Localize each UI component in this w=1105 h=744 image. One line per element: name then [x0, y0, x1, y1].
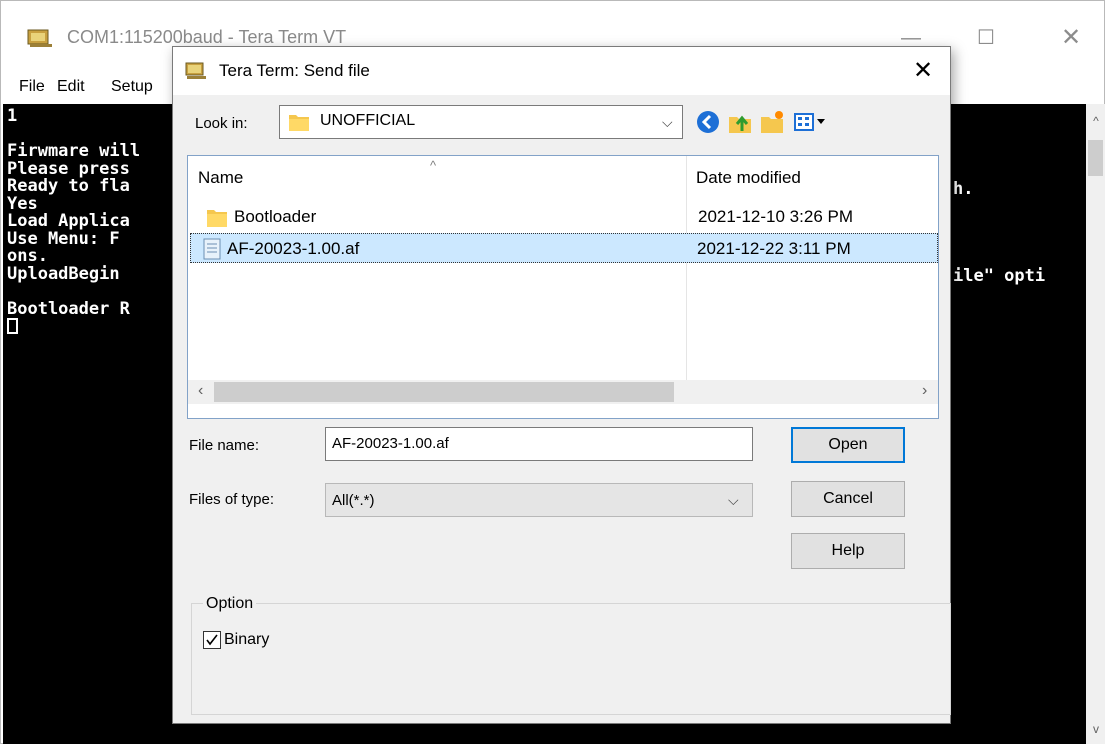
tera-term-dialog-icon	[185, 62, 206, 79]
file-list-horizontal-scrollbar[interactable]: ‹ ›	[188, 380, 938, 404]
terminal-fragment: ile" opti	[953, 266, 1046, 286]
chevron-down-icon[interactable]: ⌵	[728, 492, 739, 509]
column-header-name[interactable]: Name	[198, 168, 243, 188]
column-header-date-modified[interactable]: Date modified	[696, 168, 801, 188]
sort-ascending-icon: ^	[430, 158, 437, 173]
files-of-type-select[interactable]: All(*.*) ⌵	[325, 483, 753, 517]
menu-setup[interactable]: Setup	[111, 78, 153, 96]
main-window-title: COM1:115200baud - Tera Term VT	[67, 27, 347, 47]
menu-file[interactable]: File	[19, 78, 45, 96]
terminal-fragment: h.	[953, 179, 974, 199]
look-in-label: Look in:	[195, 115, 248, 132]
horizontal-scroll-thumb[interactable]	[214, 382, 674, 402]
help-button[interactable]: Help	[791, 533, 905, 569]
list-item-selected[interactable]: AF-20023-1.00.af 2021-12-22 3:11 PM	[190, 233, 938, 263]
look-in-value: UNOFFICIAL	[320, 112, 416, 129]
scroll-up-arrow-icon[interactable]: ^	[1089, 114, 1103, 128]
files-of-type-label: Files of type:	[189, 491, 275, 508]
file-date: 2021-12-22 3:11 PM	[697, 239, 851, 258]
binary-checkbox[interactable]	[203, 631, 221, 649]
scroll-right-arrow-icon[interactable]: ›	[922, 382, 927, 400]
dialog-title: Tera Term: Send file	[219, 61, 370, 80]
up-folder-icon[interactable]	[727, 109, 753, 135]
file-name-label: File name:	[189, 437, 260, 454]
send-file-dialog: Tera Term: Send file ✕ Look in: UNOFFICI…	[172, 46, 951, 724]
file-date: 2021-12-10 3:26 PM	[698, 207, 853, 226]
terminal-vertical-scrollbar[interactable]: ^ v	[1086, 104, 1105, 744]
binary-label[interactable]: Binary	[224, 631, 269, 649]
file-name-input[interactable]: AF-20023-1.00.af	[325, 427, 753, 461]
view-menu-icon[interactable]	[793, 109, 827, 135]
maximize-button[interactable]: ☐	[971, 23, 1001, 53]
files-of-type-value: All(*.*)	[332, 492, 375, 509]
file-list[interactable]: ^ Name Date modified Bootloader 2021-12-…	[187, 155, 939, 419]
new-folder-icon[interactable]	[759, 109, 785, 135]
option-groupbox	[191, 603, 951, 715]
dialog-close-icon[interactable]: ✕	[909, 57, 937, 85]
open-button[interactable]: Open	[791, 427, 905, 463]
chevron-down-icon[interactable]: ⌵	[662, 114, 673, 131]
dialog-titlebar[interactable]: Tera Term: Send file ✕	[173, 47, 950, 95]
tera-term-app-icon	[27, 29, 52, 47]
option-group-title: Option	[203, 595, 257, 613]
checkmark-icon	[206, 634, 218, 646]
file-name: AF-20023-1.00.af	[227, 239, 360, 258]
look-in-combobox[interactable]: UNOFFICIAL ⌵	[279, 105, 683, 139]
file-list-header: ^ Name Date modified	[188, 156, 938, 192]
list-item[interactable]: Bootloader 2021-12-10 3:26 PM	[190, 202, 938, 232]
scroll-left-arrow-icon[interactable]: ‹	[198, 382, 203, 400]
scroll-down-arrow-icon[interactable]: v	[1089, 722, 1103, 736]
terminal-cursor	[7, 318, 18, 334]
column-divider[interactable]	[686, 156, 687, 380]
scroll-thumb[interactable]	[1088, 140, 1103, 176]
folder-icon	[207, 210, 227, 227]
folder-icon	[289, 115, 309, 131]
menu-edit[interactable]: Edit	[57, 78, 85, 96]
document-icon	[203, 238, 221, 260]
close-button[interactable]: ✕	[1056, 23, 1086, 53]
cancel-button[interactable]: Cancel	[791, 481, 905, 517]
back-icon[interactable]	[695, 109, 721, 135]
file-name: Bootloader	[234, 207, 317, 226]
